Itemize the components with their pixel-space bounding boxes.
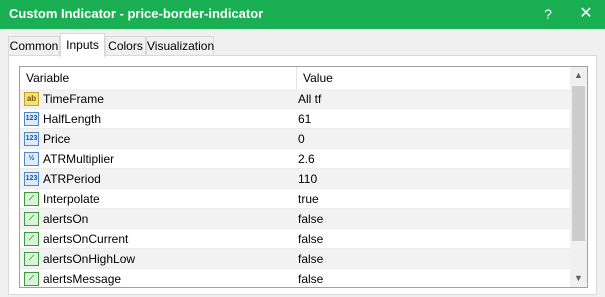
table-row[interactable]: ⟋ alertsOn false — [20, 209, 570, 229]
variable-name: HalfLength — [43, 112, 102, 126]
table-row[interactable]: 123 HalfLength 61 — [20, 109, 570, 129]
scroll-up-icon[interactable]: ▲ — [570, 67, 587, 84]
variable-name: Price — [43, 132, 71, 146]
variable-name: alertsOnCurrent — [43, 232, 129, 246]
table-row[interactable]: 123 ATRPeriod 110 — [20, 169, 570, 189]
title-bar: Custom Indicator - price-border-indicato… — [0, 0, 605, 29]
variable-value[interactable]: 110 — [298, 169, 317, 189]
tab-visualization[interactable]: Visualization — [146, 36, 214, 55]
vertical-scrollbar[interactable]: ▲ ▼ — [570, 67, 587, 287]
column-header-value[interactable]: Value — [297, 67, 570, 89]
tab-inputs[interactable]: Inputs — [60, 33, 105, 57]
variable-value[interactable]: 61 — [298, 109, 311, 129]
table-row[interactable]: ⟋ alertsOnCurrent false — [20, 229, 570, 249]
table-row[interactable]: ½ ATRMultiplier 2.6 — [20, 149, 570, 169]
table-row[interactable]: ⟋ alertsOnHighLow false — [20, 249, 570, 269]
bool-type-icon: ⟋ — [24, 272, 39, 286]
double-type-icon: ½ — [24, 152, 39, 166]
table-row[interactable]: 123 Price 0 — [20, 129, 570, 149]
variable-name: Interpolate — [43, 192, 100, 206]
scroll-thumb[interactable] — [572, 86, 585, 241]
variable-name: alertsMessage — [43, 272, 122, 286]
table-row[interactable]: ab TimeFrame All tf — [20, 89, 570, 109]
integer-type-icon: 123 — [24, 172, 39, 186]
tab-colors[interactable]: Colors — [105, 36, 146, 55]
table-body: ab TimeFrame All tf 123 HalfLength 61 123 Price… — [20, 89, 570, 287]
help-button[interactable]: ? — [539, 5, 557, 23]
variable-value[interactable]: false — [298, 209, 323, 229]
integer-type-icon: 123 — [24, 132, 39, 146]
variable-name: ATRPeriod — [43, 172, 101, 186]
variable-name: alertsOnHighLow — [43, 252, 136, 266]
variable-value[interactable]: All tf — [298, 89, 321, 109]
variable-name: ATRMultiplier — [43, 152, 115, 166]
table-header: Variable Value — [20, 67, 570, 90]
variable-value[interactable]: false — [298, 249, 323, 269]
tab-common[interactable]: Common — [8, 36, 60, 55]
variable-value[interactable]: true — [298, 189, 319, 209]
window-title: Custom Indicator - price-border-indicato… — [9, 6, 264, 21]
variable-name: TimeFrame — [43, 92, 104, 106]
bool-type-icon: ⟋ — [24, 252, 39, 266]
table-row[interactable]: ⟋ alertsMessage false — [20, 269, 570, 287]
variable-value[interactable]: 2.6 — [298, 149, 315, 169]
bool-type-icon: ⟋ — [24, 192, 39, 206]
variable-name: alertsOn — [43, 212, 89, 226]
close-button[interactable]: ✕ — [577, 5, 595, 23]
bool-type-icon: ⟋ — [24, 212, 39, 226]
variable-value[interactable]: false — [298, 229, 323, 249]
table-row[interactable]: ⟋ Interpolate true — [20, 189, 570, 209]
integer-type-icon: 123 — [24, 112, 39, 126]
column-header-variable[interactable]: Variable — [20, 67, 296, 89]
bool-type-icon: ⟋ — [24, 232, 39, 246]
variable-value[interactable]: false — [298, 269, 323, 287]
variable-value[interactable]: 0 — [298, 129, 305, 149]
string-type-icon: ab — [24, 92, 39, 106]
scroll-down-icon[interactable]: ▼ — [570, 270, 587, 287]
tab-strip: Common Inputs Colors Visualization — [0, 29, 605, 57]
inputs-table: Variable Value ab TimeFrame All tf 123 HalfL… — [19, 66, 588, 288]
